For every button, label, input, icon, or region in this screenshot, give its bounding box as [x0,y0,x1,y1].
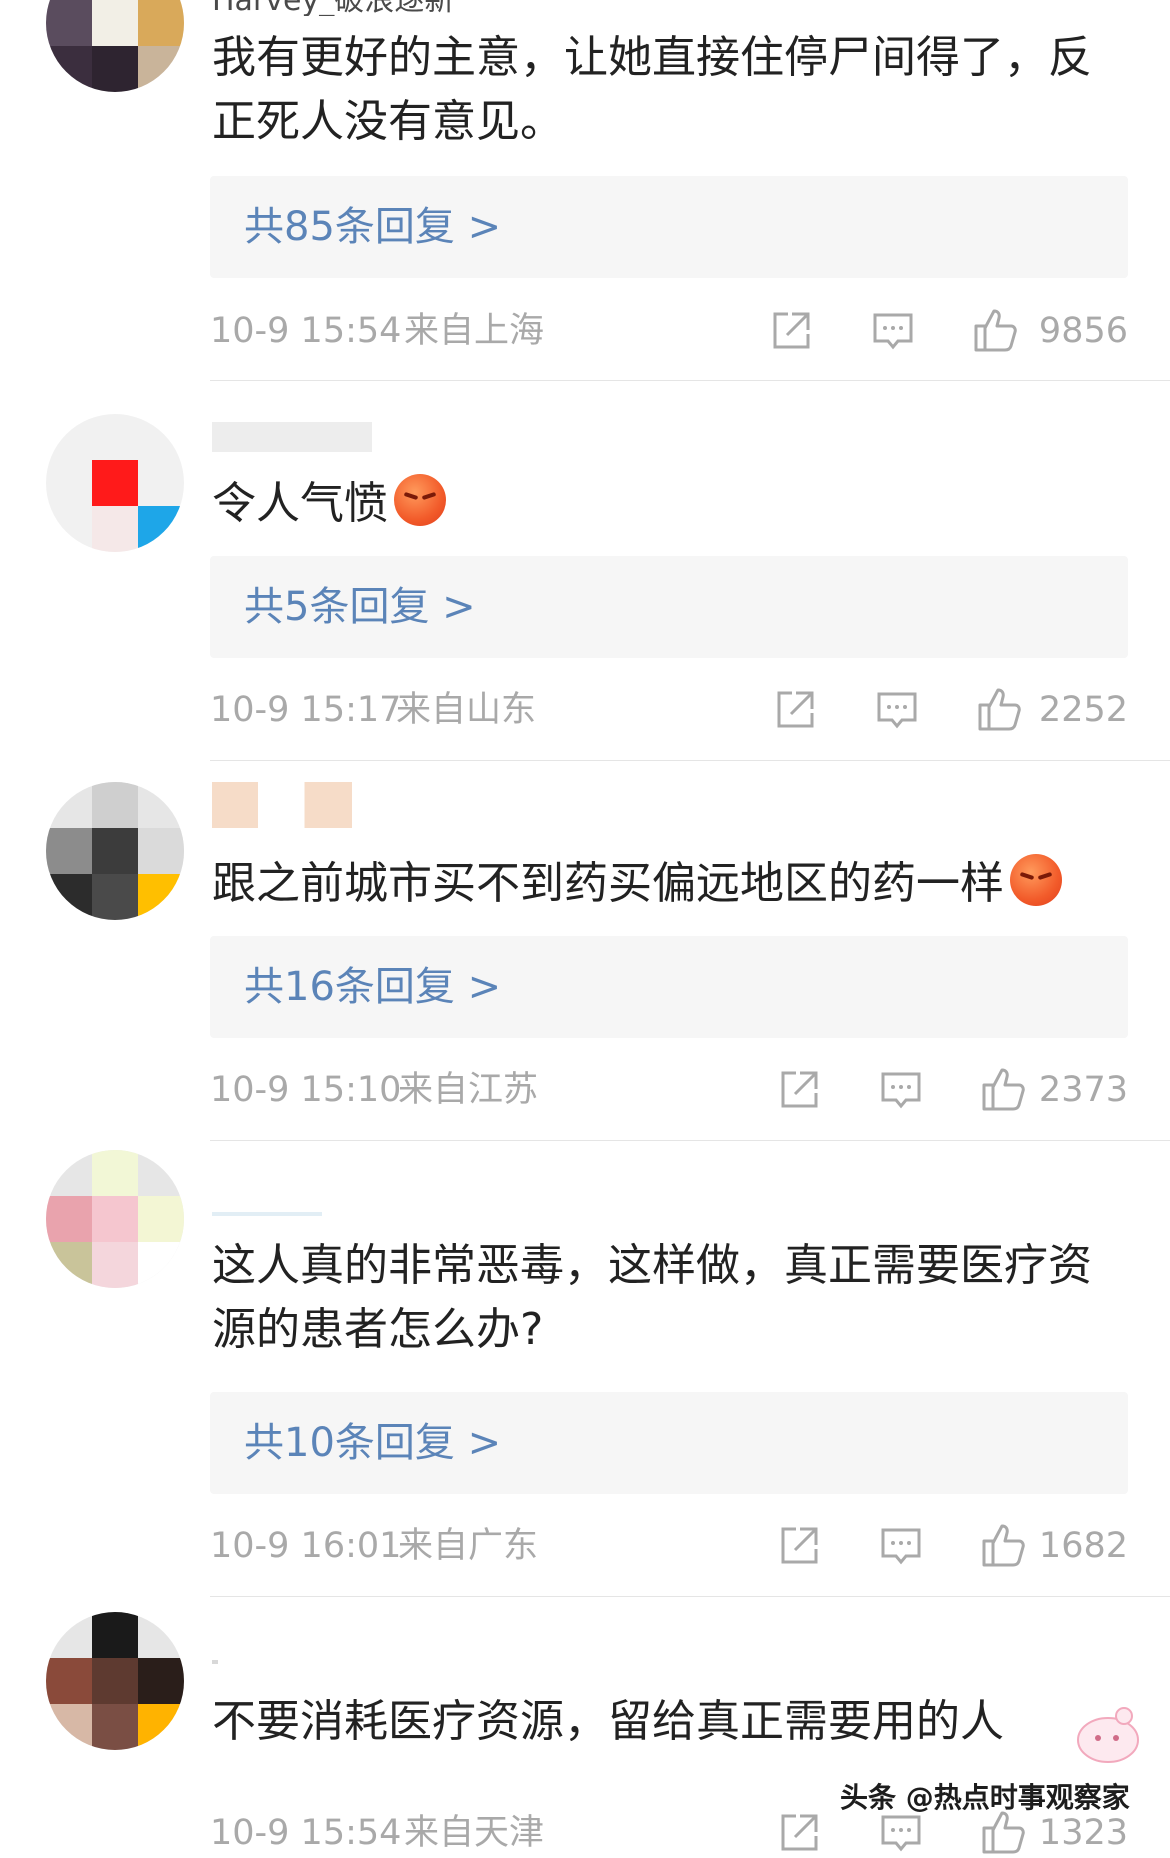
comment-text: 跟之前城市买不到药买偏远地区的药一样 [212,852,1132,916]
comment-time: 10-9 15:10 [210,1070,402,1110]
like-icon[interactable] [980,1065,1028,1113]
comment-location: 来自上海 [404,311,545,351]
divider [210,1140,1170,1141]
username[interactable] [212,1212,322,1216]
share-icon[interactable] [774,689,816,731]
comment-icon[interactable] [880,1812,922,1854]
divider [210,1596,1170,1597]
comment-text: 这人真的非常恶毒，这样做，真正需要医疗资源的患者怎么办? [212,1240,1092,1355]
like-icon[interactable] [972,306,1020,354]
watermark: 头条 @热点时事观察家 [840,1781,1130,1814]
comment-text: 我有更好的主意，让她直接住停尸间得了，反正死人没有意见。 [212,32,1092,147]
comment-time: 10-9 15:54 [210,1813,402,1853]
comment-icon[interactable] [880,1069,922,1111]
angry-emoji-icon [394,474,446,526]
like-count: 1682 [1038,1526,1128,1566]
comment-time: 10-9 15:54 [210,311,402,351]
like-count: 2252 [1038,690,1128,730]
comment-meta: 10-9 16:01 来自广东 1682 [210,1521,1128,1571]
comment-text-content: 令人气愤 [212,478,388,529]
angry-emoji-icon [1010,854,1062,906]
username[interactable] [212,422,372,452]
comment-icon[interactable] [876,689,918,731]
view-replies-link[interactable]: 共10条回复 > [210,1392,1128,1494]
avatar[interactable] [46,0,184,92]
cartoon-sticker-icon [1077,1707,1139,1763]
share-icon[interactable] [778,1812,820,1854]
view-replies-link[interactable]: 共5条回复 > [210,556,1128,658]
avatar[interactable] [46,1612,184,1750]
comment-text: 令人气愤 [212,472,1132,536]
comment-text-content: 跟之前城市买不到药买偏远地区的药一样 [212,858,1004,909]
share-icon[interactable] [778,1069,820,1111]
share-icon[interactable] [770,310,812,352]
username[interactable] [212,782,352,828]
share-icon[interactable] [778,1525,820,1567]
like-count: 9856 [1038,311,1128,351]
username[interactable] [212,1660,218,1664]
comment-location: 来自广东 [398,1526,539,1566]
avatar[interactable] [46,782,184,920]
comment-time: 10-9 15:17 [210,690,402,730]
comment-location: 来自天津 [404,1813,545,1853]
avatar[interactable] [46,1150,184,1288]
comment-meta: 10-9 15:17 来自山东 2252 [210,685,1128,735]
view-replies-link[interactable]: 共85条回复 > [210,176,1128,278]
username[interactable]: Harvey_破浪逐新 [212,0,454,16]
comment-location: 来自江苏 [398,1070,539,1110]
like-icon[interactable] [980,1521,1028,1569]
like-count: 2373 [1038,1070,1128,1110]
comment-text: 不要消耗医疗资源，留给真正需要用的人 [212,1696,1004,1747]
comment-icon[interactable] [872,310,914,352]
like-icon[interactable] [976,685,1024,733]
comment-icon[interactable] [880,1525,922,1567]
comment-meta: 10-9 15:54 来自上海 9856 [210,306,1128,356]
divider [210,760,1170,761]
view-replies-link[interactable]: 共16条回复 > [210,936,1128,1038]
divider [210,380,1170,381]
comment-location: 来自山东 [396,690,537,730]
comment-meta: 10-9 15:10 来自江苏 2373 [210,1065,1128,1115]
avatar[interactable] [46,414,184,552]
comment-time: 10-9 16:01 [210,1526,402,1566]
